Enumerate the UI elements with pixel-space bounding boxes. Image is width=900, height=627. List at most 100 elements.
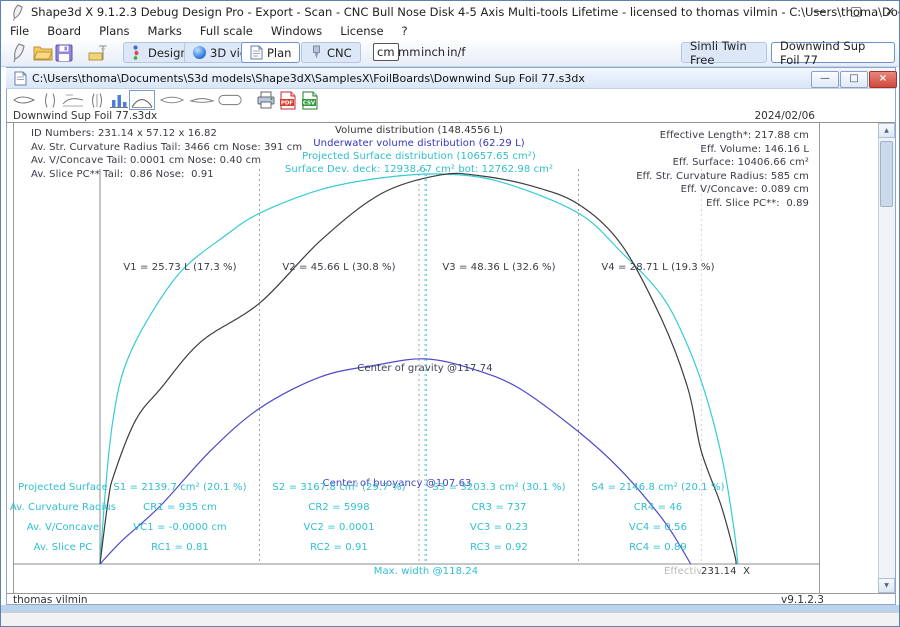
- cr3-value: CR3 = 737: [471, 502, 526, 513]
- app-icon: [10, 4, 26, 25]
- document-icon: [14, 71, 27, 90]
- chart-title: Volume distribution (148.4556 L): [335, 125, 503, 136]
- avg-vconcave-label: Av. V/Concave Tail: 0.0001 cm Nose: 0.40…: [31, 154, 302, 168]
- design-button-label: Design: [148, 46, 188, 60]
- cr2-value: CR2 = 5998: [308, 502, 369, 513]
- distribution-view-icon[interactable]: [129, 90, 155, 110]
- cnc-button-label: CNC: [327, 46, 352, 60]
- menu-file[interactable]: File: [1, 24, 38, 38]
- outline-shape-icon[interactable]: [217, 90, 243, 110]
- row-label-projected-surface: Projected Surface: [18, 482, 108, 493]
- chart-subtitle-surface-dev: Surface Dev. deck: 12938.67 cm² bot: 127…: [285, 164, 553, 175]
- profile-view-icon[interactable]: [60, 90, 86, 110]
- 3d-sphere-icon: [193, 46, 206, 59]
- chart-subtitle-underwater: Underwater volume distribution (62.29 L): [313, 138, 525, 149]
- plan-button[interactable]: Plan: [241, 42, 300, 63]
- minimize-button[interactable]: —: [802, 1, 836, 22]
- vc2-value: VC2 = 0.0001: [303, 522, 374, 533]
- vc3-value: VC3 = 0.23: [470, 522, 528, 533]
- doc-restore-button[interactable]: □: [840, 71, 868, 88]
- scrollbar-thumb[interactable]: [880, 141, 893, 207]
- row-label-slice-pc: Av. Slice PC: [34, 542, 93, 553]
- menu-plans[interactable]: Plans: [90, 24, 138, 38]
- pen-tool-icon[interactable]: [10, 43, 28, 67]
- cr4-value: CR4 = 46: [634, 502, 683, 513]
- center-of-gravity-label: Center of gravity @117.74: [357, 363, 492, 374]
- menu-marks[interactable]: Marks: [139, 24, 191, 38]
- doc-close-button[interactable]: ×: [869, 71, 897, 88]
- eff-volume-value: Eff. Volume: 146.16 L: [636, 143, 809, 157]
- vc4-value: VC4 = 0.56: [629, 522, 687, 533]
- document-title-bar: C:\Users\thoma\Documents\S3d models\Shap…: [6, 68, 895, 89]
- s2-value: S2 = 3167.8 cm² (29.7 %): [272, 482, 405, 493]
- avg-curvature-label: Av. Str. Curvature Radius Tail: 3466 cm …: [31, 141, 302, 155]
- save-icon[interactable]: [55, 44, 73, 66]
- chart-info-right: Effective Length*: 217.88 cm Eff. Volume…: [636, 129, 809, 210]
- effective-length-value: Effective Length*: 217.88 cm: [636, 129, 809, 143]
- cr1-value: CR1 = 935 cm: [143, 502, 217, 513]
- s3-value: S3 = 3203.3 cm² (30.1 %): [432, 482, 565, 493]
- avg-slice-pc-label: Av. Slice PC** Tail: 0.86 Nose: 0.91: [31, 168, 302, 182]
- menu-help[interactable]: ?: [393, 24, 417, 38]
- plan-icon: [250, 45, 263, 60]
- menu-bar: File Board Plans Marks Full scale Window…: [1, 23, 899, 39]
- eff-slice-pc-value: Eff. Slice PC**: 0.89: [636, 197, 809, 211]
- section-v3-label: V3 = 48.36 L (32.6 %): [442, 262, 555, 273]
- rc3-value: RC3 = 0.92: [470, 542, 528, 553]
- row-label-curvature-radius: Av. Curvature Radius: [10, 502, 116, 513]
- window-bottom-strip: [1, 605, 899, 612]
- eff-curvature-value: Eff. Str. Curvature Radius: 585 cm: [636, 170, 809, 184]
- cnc-icon: [310, 45, 323, 60]
- x-axis-end-label: 231.14 X: [701, 566, 750, 577]
- window-title: Shape3d X 9.1.2.3 Debug Design Pro - Exp…: [31, 5, 900, 19]
- main-toolbar: Design 3D view Plan CNC cm mm inch in/f …: [1, 39, 899, 67]
- board-tab-simli-twin-free[interactable]: Simli Twin Free: [681, 42, 767, 63]
- open-file-icon[interactable]: [33, 45, 53, 65]
- status-bar: Press F1 for help cm X: 60.80 Y: 28.81 Z…: [1, 612, 899, 627]
- rc4-value: RC4 = 0.89: [629, 542, 687, 553]
- title-bar: Shape3d X 9.1.2.3 Debug Design Pro - Exp…: [1, 1, 899, 23]
- row-label-vconcave: Av. V/Concave: [27, 522, 99, 533]
- section-v1-label: V1 = 25.73 L (17.3 %): [123, 262, 236, 273]
- canvas-right-border: [819, 123, 820, 593]
- chart-info-left: ID Numbers: 231.14 x 57.12 x 16.82 Av. S…: [31, 127, 302, 181]
- plan-button-label: Plan: [267, 46, 291, 60]
- document-path: C:\Users\thoma\Documents\S3d models\Shap…: [32, 72, 585, 85]
- document-name-label: Downwind Sup Foil 77.s3dx: [13, 110, 157, 122]
- plan-shape-icon[interactable]: [159, 90, 185, 110]
- s4-value: S4 = 2146.8 cm² (20.1 %): [591, 482, 724, 493]
- unit-inf-button[interactable]: in/f: [444, 44, 468, 60]
- svg-text:PDF: PDF: [281, 100, 294, 106]
- svg-text:CSV: CSV: [303, 100, 316, 106]
- close-button[interactable]: ×: [873, 1, 900, 22]
- rc2-value: RC2 = 0.91: [310, 542, 368, 553]
- eff-surface-value: Eff. Surface: 10406.66 cm²: [636, 156, 809, 170]
- board-tab-downwind-sup-foil[interactable]: Downwind Sup Foil 77: [771, 42, 895, 63]
- app-window: Shape3d X 9.1.2.3 Debug Design Pro - Exp…: [0, 0, 900, 627]
- section-v2-label: V2 = 45.66 L (30.8 %): [282, 262, 395, 273]
- menu-board[interactable]: Board: [38, 24, 90, 38]
- vc1-value: VC1 = -0.0000 cm: [133, 522, 227, 533]
- chart-subtitle-projected: Projected Surface distribution (10657.65…: [302, 151, 536, 162]
- document-date-label: 2024/02/06: [754, 110, 815, 122]
- scroll-down-icon[interactable]: ▼: [878, 578, 895, 593]
- rc1-value: RC1 = 0.81: [151, 542, 209, 553]
- canvas-left-border: [13, 123, 14, 593]
- s1-value: S1 = 2139.7 cm² (20.1 %): [113, 482, 246, 493]
- design-icon: [132, 45, 144, 60]
- cnc-button[interactable]: CNC: [301, 42, 361, 63]
- id-numbers-label: ID Numbers: 231.14 x 57.12 x 16.82: [31, 127, 302, 141]
- measure-tool-icon[interactable]: [87, 44, 107, 66]
- outline-view-icon[interactable]: [11, 90, 37, 110]
- menu-license[interactable]: License: [331, 24, 392, 38]
- thickness-shape-icon[interactable]: [189, 90, 215, 110]
- export-csv-icon[interactable]: CSV: [297, 90, 323, 110]
- menu-full-scale[interactable]: Full scale: [191, 24, 262, 38]
- doc-minimize-button[interactable]: —: [811, 71, 839, 88]
- maximize-button[interactable]: □: [839, 1, 873, 22]
- eff-vconcave-value: Eff. V/Concave: 0.089 cm: [636, 183, 809, 197]
- view-toolbar: PDF CSV: [7, 89, 895, 111]
- menu-windows[interactable]: Windows: [262, 24, 331, 38]
- max-width-label: Max. width @118.24: [374, 566, 479, 577]
- scroll-up-icon[interactable]: ▲: [878, 123, 895, 138]
